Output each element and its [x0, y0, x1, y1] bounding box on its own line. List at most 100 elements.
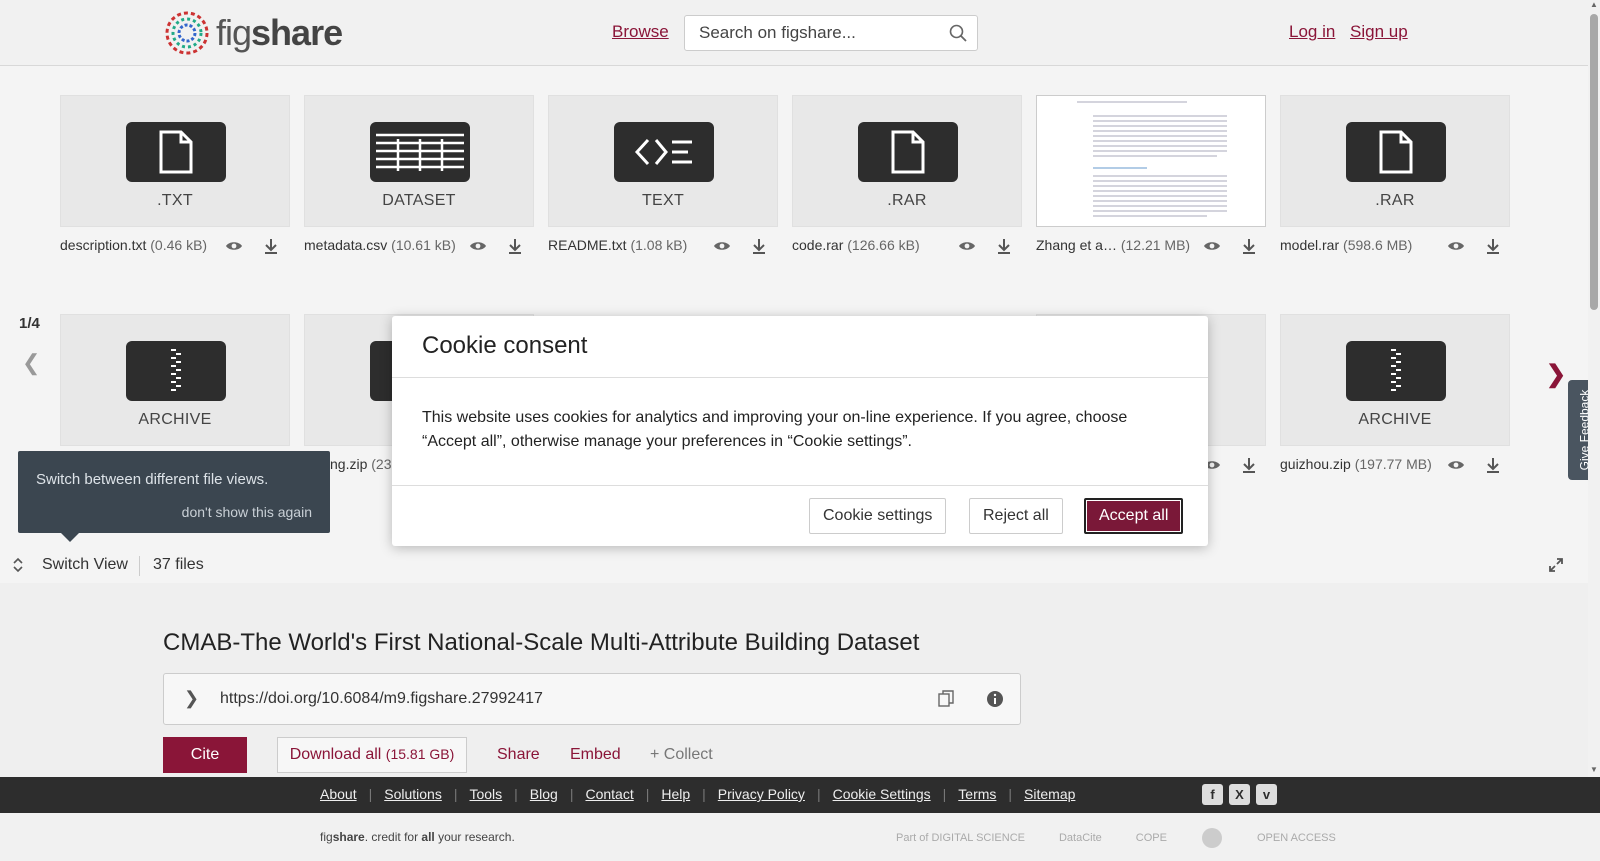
file-card[interactable]: .TXT [60, 95, 290, 227]
zipper-archive-icon [171, 349, 181, 391]
embed-link[interactable]: Embed [570, 746, 621, 764]
file-size: (126.66 kB) [847, 237, 920, 253]
accept-all-button[interactable]: Accept all [1084, 498, 1184, 534]
open-access-logo[interactable]: OPEN ACCESS [1257, 832, 1336, 844]
file-name[interactable]: Zhang et a… (12.21 MB) [1036, 237, 1190, 253]
preview-eye-icon[interactable] [958, 237, 976, 255]
signup-link[interactable]: Sign up [1350, 22, 1408, 42]
chevron-right-icon[interactable]: ❯ [184, 688, 199, 709]
article-section: CMAB-The World's First National-Scale Mu… [0, 583, 1588, 777]
next-page-arrow-icon[interactable]: ❯ [1546, 360, 1566, 389]
footer-link-contact[interactable]: Contact [585, 786, 633, 802]
download-icon[interactable] [1484, 237, 1502, 255]
file-type-label: .RAR [887, 192, 927, 209]
file-name[interactable]: ng.zip (23 [330, 456, 391, 472]
file-card[interactable]: ARCHIVE [60, 314, 290, 446]
footer-divider: | [453, 786, 458, 802]
switch-view-button[interactable]: Switch View [42, 556, 128, 574]
tagline-part: your research. [434, 830, 515, 844]
collect-link[interactable]: + Collect [650, 746, 713, 764]
vimeo-icon[interactable]: v [1256, 784, 1277, 805]
digital-science-logo[interactable]: Part of DIGITAL SCIENCE [896, 832, 1025, 844]
dont-show-again-link[interactable]: don't show this again [182, 504, 312, 520]
globe-logo-icon[interactable] [1201, 827, 1223, 849]
file-name-text: ng.zip [330, 456, 368, 472]
scrollbar-thumb[interactable] [1590, 14, 1598, 310]
facebook-icon[interactable]: f [1202, 784, 1223, 805]
file-size: (12.21 MB) [1120, 237, 1191, 253]
file-card[interactable]: .RAR [792, 95, 1022, 227]
file-count: 37 files [153, 556, 204, 573]
download-icon[interactable] [262, 237, 280, 255]
download-all-label: Download all [289, 746, 382, 763]
download-all-button[interactable]: Download all (15.81 GB) [277, 737, 467, 773]
switch-view-bar: Switch View 37 files [0, 547, 1588, 583]
share-link[interactable]: Share [497, 746, 540, 764]
cite-button[interactable]: Cite [163, 737, 247, 773]
preview-eye-icon[interactable] [1203, 237, 1221, 255]
figshare-logo-icon [165, 11, 209, 55]
download-size: (15.81 GB) [385, 746, 455, 762]
page-scrollbar[interactable]: ▲ ▼ [1588, 0, 1600, 777]
preview-eye-icon[interactable] [713, 237, 731, 255]
search-icon[interactable] [949, 24, 967, 42]
file-name[interactable]: code.rar (126.66 kB) [792, 237, 920, 253]
scroll-up-arrow-icon[interactable]: ▲ [1590, 0, 1598, 10]
download-icon[interactable] [1240, 456, 1258, 474]
pdf-thumbnail-card[interactable] [1036, 95, 1266, 227]
file-card[interactable]: .RAR [1280, 95, 1510, 227]
doi-link[interactable]: https://doi.org/10.6084/m9.figshare.2799… [220, 690, 543, 708]
file-card[interactable]: TEXT [548, 95, 778, 227]
browse-link[interactable]: Browse [612, 22, 669, 42]
footer-link-cookie-settings[interactable]: Cookie Settings [833, 786, 931, 802]
footer-link-sitemap[interactable]: Sitemap [1024, 786, 1075, 802]
info-icon[interactable] [986, 690, 1004, 708]
scroll-down-arrow-icon[interactable]: ▼ [1590, 765, 1598, 775]
file-name[interactable]: metadata.csv (10.61 kB) [304, 237, 456, 253]
download-icon[interactable] [1240, 237, 1258, 255]
footer-divider: | [942, 786, 947, 802]
footer-link-tools[interactable]: Tools [469, 786, 502, 802]
preview-eye-icon[interactable] [225, 237, 243, 255]
previous-page-arrow-icon[interactable]: ❮ [22, 350, 40, 376]
footer-link-about[interactable]: About [320, 786, 357, 802]
file-name[interactable]: description.txt (0.46 kB) [60, 237, 207, 253]
footer-link-help[interactable]: Help [661, 786, 690, 802]
file-name[interactable]: README.txt (1.08 kB) [548, 237, 687, 253]
datacite-logo[interactable]: DataCite [1059, 832, 1102, 844]
download-icon[interactable] [750, 237, 768, 255]
file-name[interactable]: model.rar (598.6 MB) [1280, 237, 1412, 253]
figshare-logo[interactable]: figshare [162, 8, 343, 58]
file-card[interactable]: DATASET [304, 95, 534, 227]
file-card[interactable]: ARCHIVE [1280, 314, 1510, 446]
download-icon[interactable] [1484, 456, 1502, 474]
search-box [684, 15, 978, 51]
file-type-tile [126, 122, 226, 182]
expand-fullscreen-icon[interactable] [1548, 557, 1564, 573]
footer-link-blog[interactable]: Blog [530, 786, 558, 802]
preview-eye-icon[interactable] [1447, 237, 1465, 255]
x-twitter-icon[interactable]: X [1229, 784, 1250, 805]
footer-link-solutions[interactable]: Solutions [384, 786, 442, 802]
zipper-archive-icon [1391, 349, 1401, 391]
download-icon[interactable] [506, 237, 524, 255]
tagline-part: all [421, 830, 435, 844]
cookie-settings-button[interactable]: Cookie settings [809, 498, 947, 534]
copy-icon[interactable] [938, 690, 954, 708]
file-size: (23 [371, 456, 392, 472]
footer-link-privacy-policy[interactable]: Privacy Policy [718, 786, 805, 802]
footer-link-terms[interactable]: Terms [958, 786, 996, 802]
document-icon [159, 130, 193, 174]
preview-eye-icon[interactable] [1447, 456, 1465, 474]
download-icon[interactable] [995, 237, 1013, 255]
login-link[interactable]: Log in [1289, 22, 1335, 42]
preview-eye-icon[interactable] [469, 237, 487, 255]
footer-divider: | [368, 786, 373, 802]
switch-view-icon[interactable] [12, 557, 24, 573]
file-name[interactable]: guizhou.zip (197.77 MB) [1280, 456, 1432, 472]
cope-logo[interactable]: COPE [1136, 832, 1167, 844]
reject-all-button[interactable]: Reject all [969, 498, 1063, 534]
file-name-text: README.txt [548, 237, 627, 253]
search-input[interactable] [685, 16, 935, 50]
file-name-text: Zhang et a… [1036, 237, 1117, 253]
